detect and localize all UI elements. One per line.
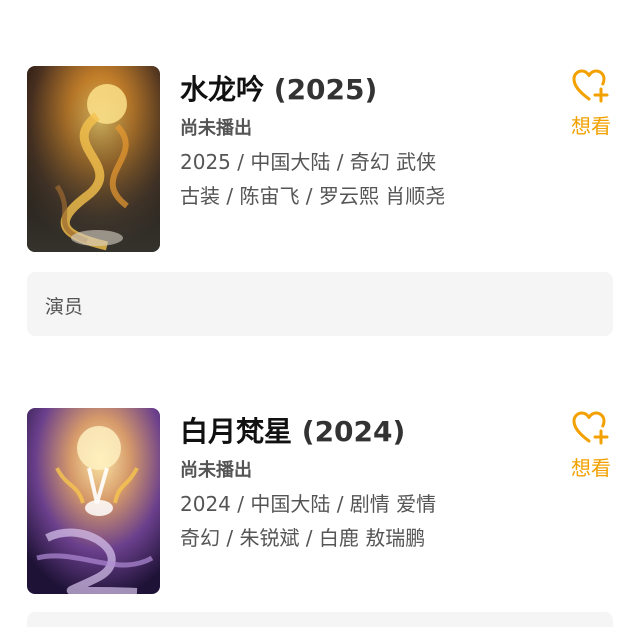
drama-title[interactable]: 水龙吟 (2025): [180, 68, 377, 108]
drama-title[interactable]: 白月梵星 (2024): [180, 410, 405, 450]
poster-art-shui-long-yin: [27, 66, 160, 252]
air-status: 尚未播出: [180, 460, 252, 481]
poster-image[interactable]: [27, 66, 160, 252]
want-label: 想看: [571, 114, 611, 138]
meta-line-2: 古装 / 陈宙飞 / 罗云熙 肖顺尧: [180, 184, 446, 208]
meta-line-2: 奇幻 / 朱锐斌 / 白鹿 敖瑞鹏: [180, 526, 426, 550]
meta-line-1: 2024 / 中国大陆 / 剧情 爱情: [180, 492, 437, 516]
want-to-watch-button[interactable]: 想看: [566, 410, 616, 481]
heart-plus-icon: [572, 411, 609, 445]
title-year: (2024): [301, 415, 406, 448]
meta-line-1: 2025 / 中国大陆 / 奇幻 武侠: [180, 150, 437, 174]
cast-section-bar[interactable]: [27, 612, 613, 627]
title-text: 白月梵星: [180, 415, 293, 448]
poster-art-bai-yue-fan-xing: [27, 408, 160, 594]
want-to-watch-button[interactable]: 想看: [566, 68, 616, 139]
title-year: (2025): [273, 73, 378, 106]
cast-section-bar[interactable]: 演员: [27, 272, 613, 336]
want-label: 想看: [571, 456, 611, 480]
air-status: 尚未播出: [180, 118, 252, 139]
poster-image[interactable]: [27, 408, 160, 594]
cast-section-label: 演员: [45, 296, 84, 318]
heart-plus-icon: [572, 69, 609, 103]
title-text: 水龙吟: [180, 73, 265, 106]
